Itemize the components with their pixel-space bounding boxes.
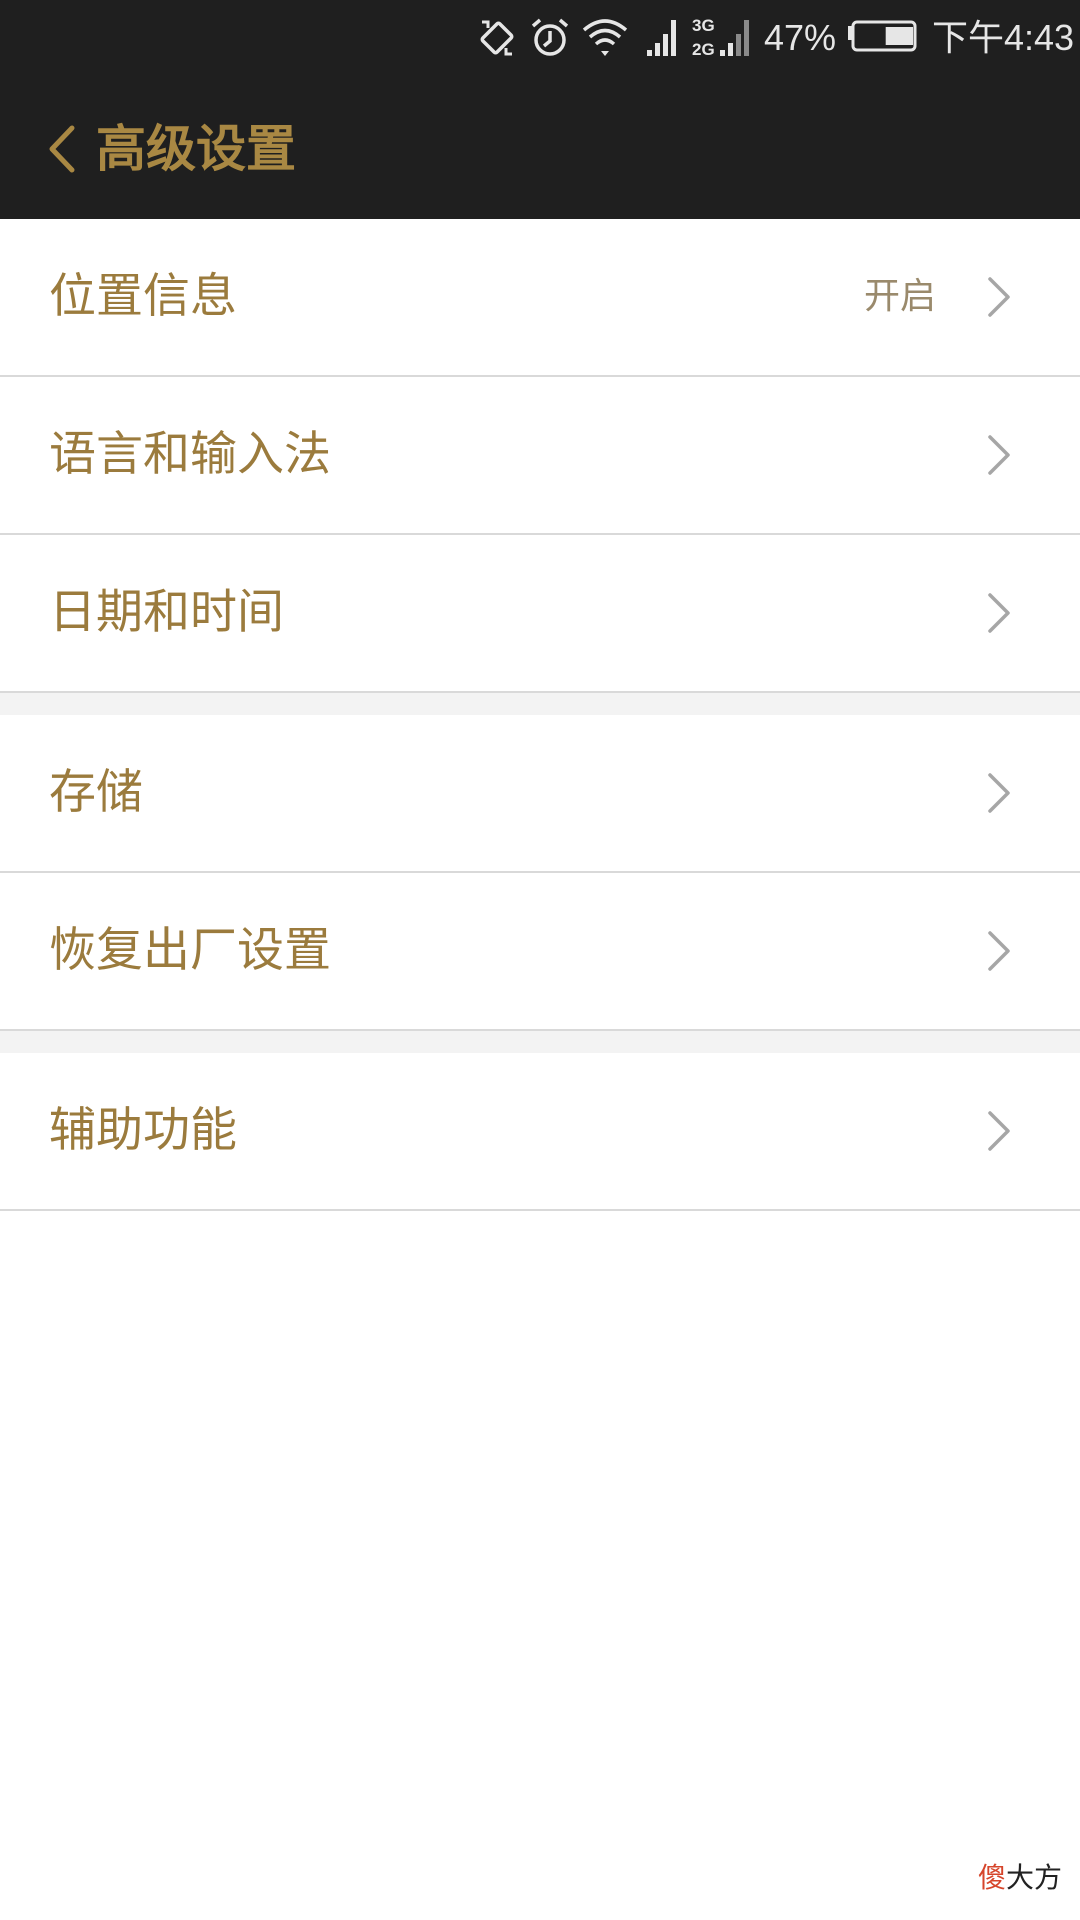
rotation-lock-icon	[480, 20, 514, 56]
settings-item-accessibility[interactable]: 辅助功能	[0, 1053, 1080, 1211]
chevron-right-icon	[988, 435, 1010, 475]
status-bar: 3G 2G 47% 下午4:43	[0, 0, 1080, 78]
settings-item-factory-reset[interactable]: 恢复出厂设置	[0, 873, 1080, 1031]
settings-item-label: 存储	[49, 765, 143, 820]
chevron-right-icon	[988, 773, 1010, 813]
screen: 3G 2G 47% 下午4:43 高级设置 位置信息 开启 语言和输入法 日期和…	[0, 0, 1080, 1920]
watermark-accent: 傻	[977, 1861, 1006, 1894]
settings-item-location[interactable]: 位置信息 开启	[0, 219, 1080, 377]
dual-signal-icon	[720, 20, 749, 56]
chevron-right-icon	[988, 593, 1010, 633]
chevron-left-icon[interactable]	[36, 114, 86, 184]
chevron-right-icon	[988, 1111, 1010, 1151]
settings-item-label: 日期和时间	[49, 585, 284, 640]
settings-item-value: 开启	[863, 276, 936, 317]
watermark-text: 大方	[1005, 1861, 1062, 1894]
signal-icon	[647, 20, 676, 56]
settings-list: 位置信息 开启 语言和输入法 日期和时间 存储 恢复出厂设置 辅助功能	[0, 219, 1080, 1211]
battery-percent: 47%	[764, 17, 837, 58]
alarm-icon	[531, 18, 569, 56]
chevron-right-icon	[988, 931, 1010, 971]
page-title: 高级设置	[96, 120, 296, 178]
network-type-top: 3G	[692, 16, 715, 35]
settings-item-date-time[interactable]: 日期和时间	[0, 535, 1080, 693]
chevron-right-icon	[988, 277, 1010, 317]
clock: 下午4:43	[932, 17, 1075, 58]
settings-item-storage[interactable]: 存储	[0, 715, 1080, 873]
group-divider	[0, 1031, 1080, 1053]
network-type-bottom: 2G	[692, 40, 715, 59]
settings-item-label: 辅助功能	[49, 1103, 237, 1158]
battery-icon	[848, 20, 917, 52]
settings-item-label: 语言和输入法	[49, 427, 331, 482]
watermark: 傻大方	[978, 1858, 1062, 1898]
settings-item-label: 恢复出厂设置	[49, 923, 331, 978]
settings-item-label: 位置信息	[49, 269, 237, 324]
wifi-icon	[582, 19, 628, 56]
settings-item-language-input[interactable]: 语言和输入法	[0, 377, 1080, 535]
app-header: 高级设置	[0, 78, 1080, 219]
group-divider	[0, 693, 1080, 715]
